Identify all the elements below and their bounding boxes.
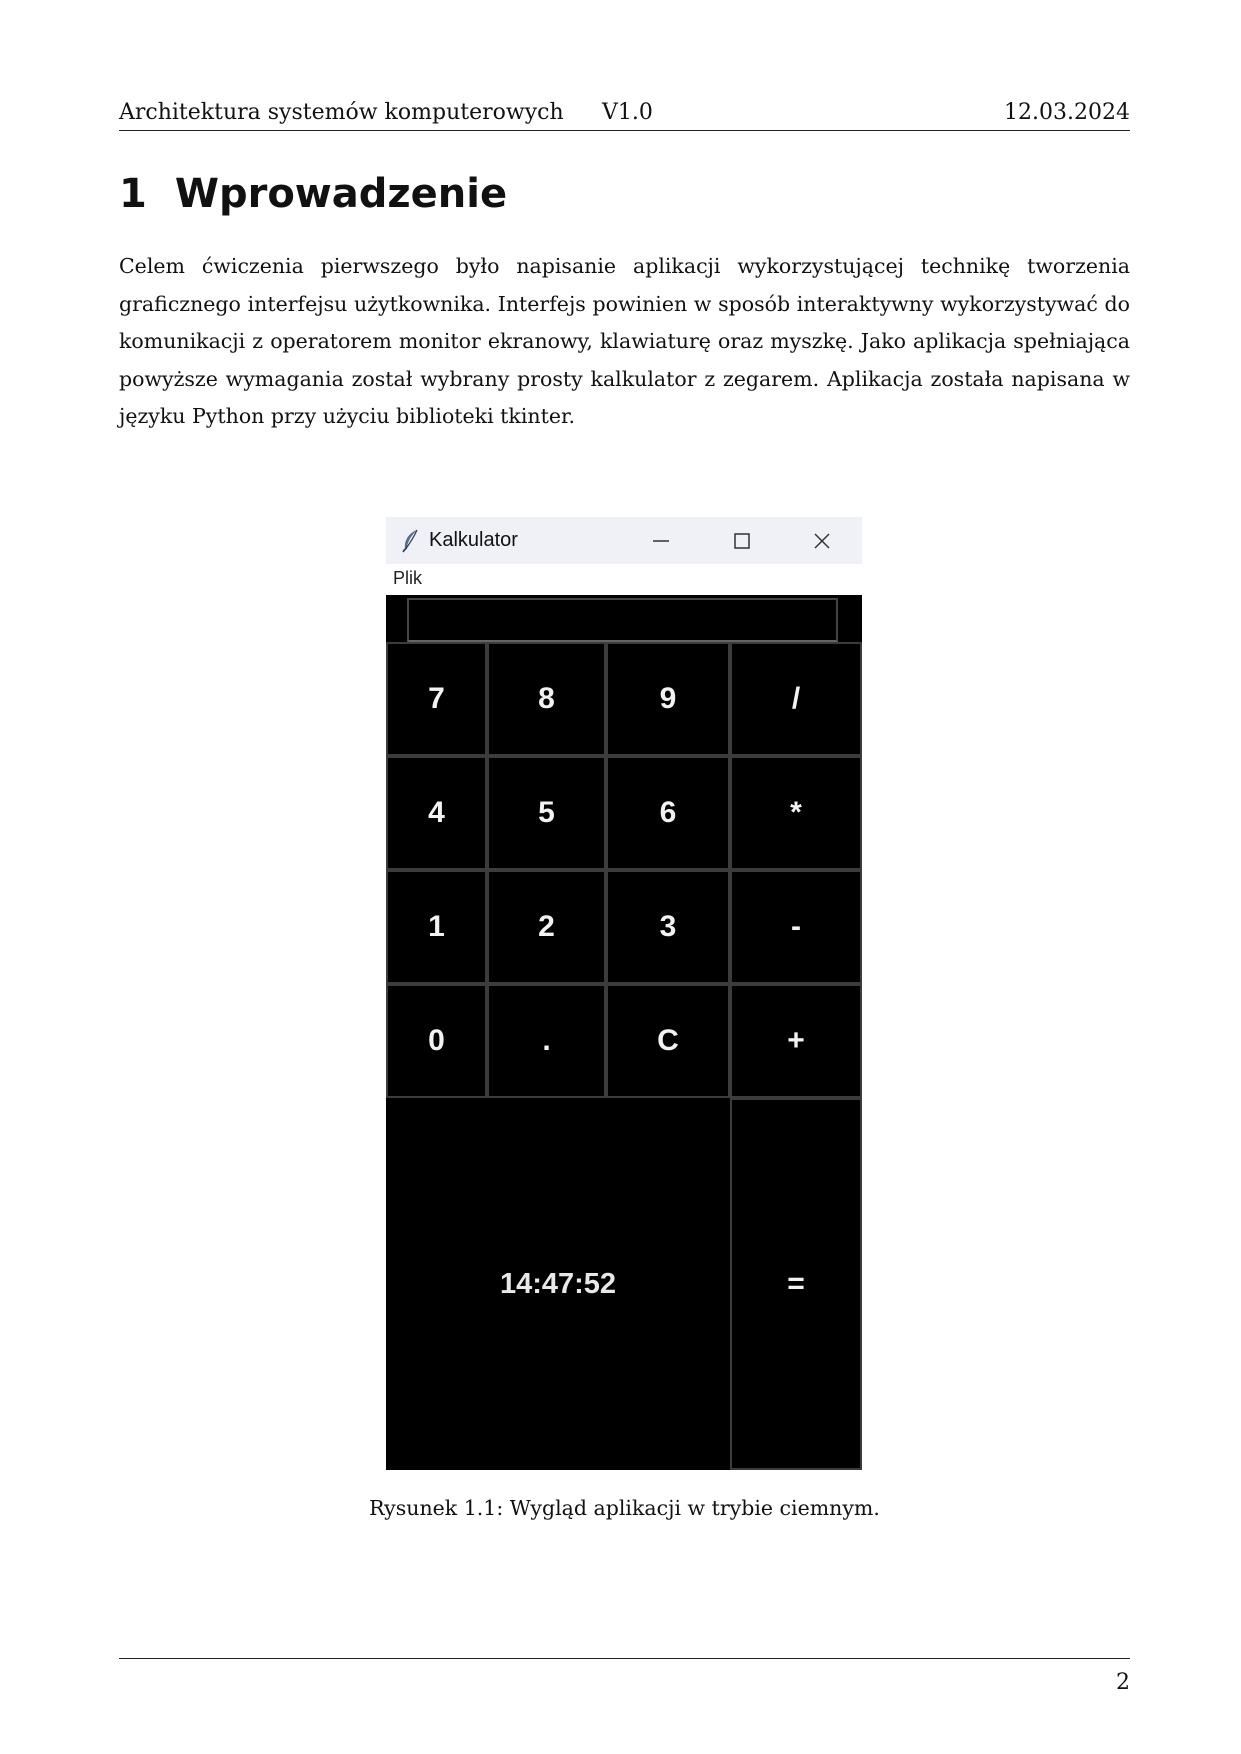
header-date: 12.03.2024: [1004, 100, 1130, 125]
footer-rule: [119, 1658, 1130, 1659]
key-divide[interactable]: /: [730, 642, 862, 756]
running-header: Architektura systemów komputerowych V1.0…: [119, 100, 1130, 131]
intro-paragraph: Celem ćwiczenia pierwszego było napisani…: [119, 254, 1130, 428]
key-4[interactable]: 4: [386, 756, 487, 870]
window-title: Kalkulator: [429, 529, 518, 551]
key-5[interactable]: 5: [487, 756, 606, 870]
key-1[interactable]: 1: [386, 870, 487, 984]
key-subtract[interactable]: -: [730, 870, 862, 984]
key-7[interactable]: 7: [386, 642, 487, 756]
maximize-icon[interactable]: [722, 525, 762, 557]
section-number: 1: [119, 171, 147, 217]
key-9[interactable]: 9: [606, 642, 730, 756]
key-6[interactable]: 6: [606, 756, 730, 870]
menu-item-plik[interactable]: Plik: [393, 568, 422, 589]
key-decimal-point[interactable]: .: [487, 984, 606, 1098]
section-heading: 1 Wprowadzenie: [119, 164, 507, 224]
menu-bar: Plik: [386, 564, 862, 595]
section-title: Wprowadzenie: [174, 171, 508, 217]
key-multiply[interactable]: *: [730, 756, 862, 870]
key-0[interactable]: 0: [386, 984, 487, 1098]
calculator-window-screenshot: Kalkulator Plik 7 8 9 / 4 5 6 * 1 2 3 - …: [386, 517, 862, 1470]
key-8[interactable]: 8: [487, 642, 606, 756]
header-version: V1.0: [602, 100, 653, 125]
key-2[interactable]: 2: [487, 870, 606, 984]
window-titlebar: Kalkulator: [386, 517, 862, 564]
key-equals[interactable]: =: [730, 1098, 862, 1470]
feather-icon: [400, 529, 422, 553]
key-clear[interactable]: C: [606, 984, 730, 1098]
key-add[interactable]: +: [730, 984, 862, 1098]
page-number: 2: [1116, 1670, 1130, 1695]
calculator-display[interactable]: [407, 598, 838, 642]
header-course-title: Architektura systemów komputerowych: [119, 100, 564, 125]
close-icon[interactable]: [802, 525, 842, 557]
key-3[interactable]: 3: [606, 870, 730, 984]
clock-label: 14:47:52: [499, 1267, 617, 1300]
minimize-icon[interactable]: [641, 525, 681, 557]
figure-caption: Rysunek 1.1: Wygląd aplikacji w trybie c…: [369, 1496, 880, 1520]
